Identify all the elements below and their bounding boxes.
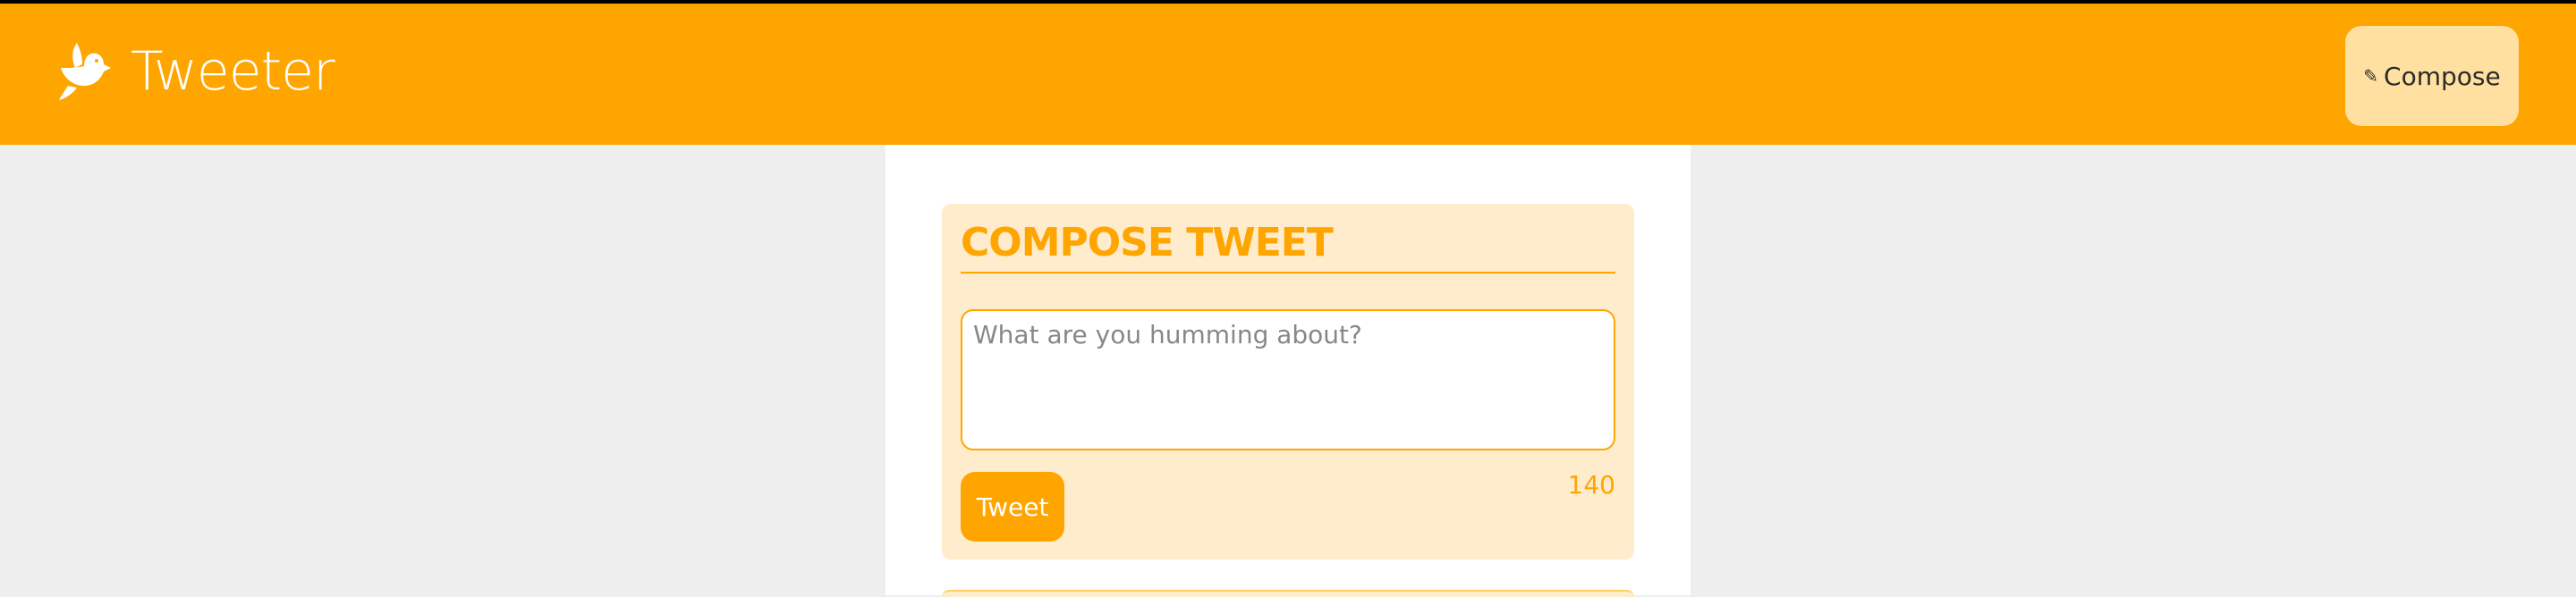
tweet-card-edge	[942, 590, 1634, 597]
character-counter: 140	[1567, 470, 1615, 500]
brand-title: Tweeter	[131, 40, 335, 103]
top-navigation-bar: Tweeter ✎ Compose	[0, 0, 2576, 145]
brand: Tweeter	[55, 34, 335, 109]
edit-icon: ✎	[2363, 65, 2379, 87]
compose-nav-label: Compose	[2384, 61, 2501, 91]
tweet-submit-button[interactable]: Tweet	[961, 472, 1064, 542]
main-column: COMPOSE TWEET Tweet 140	[886, 145, 1690, 597]
compose-heading: COMPOSE TWEET	[961, 221, 1615, 273]
dove-icon	[55, 41, 116, 102]
tweet-textarea[interactable]	[961, 309, 1615, 450]
compose-tweet-panel: COMPOSE TWEET Tweet 140	[942, 204, 1634, 559]
compose-nav-button[interactable]: ✎ Compose	[2345, 26, 2519, 126]
